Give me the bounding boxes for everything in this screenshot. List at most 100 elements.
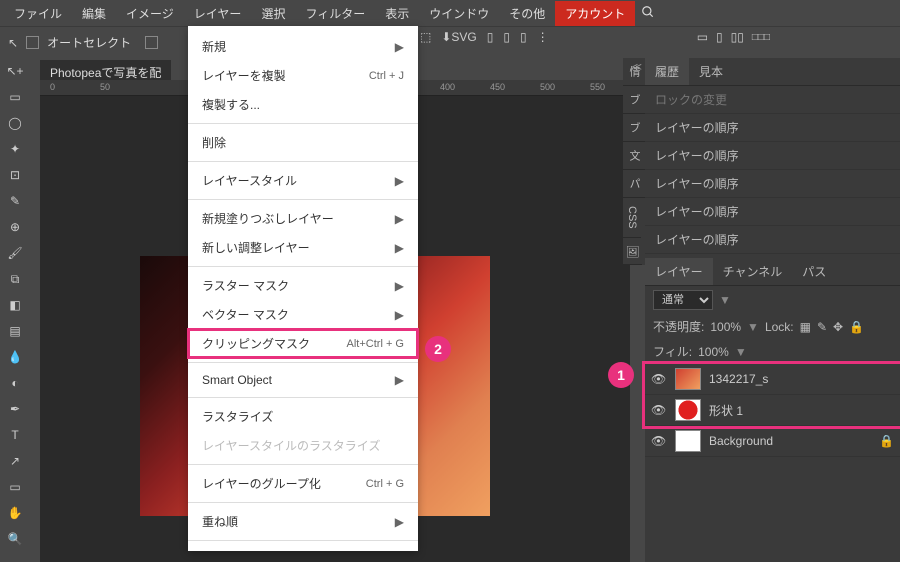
- menu-item[interactable]: レイヤーを複製Ctrl + J: [188, 61, 418, 90]
- text-tool[interactable]: T: [0, 422, 30, 448]
- history-item[interactable]: レイヤーの順序: [645, 226, 900, 254]
- fill-label: フィル:: [653, 343, 692, 360]
- menu-item[interactable]: 複製する...: [188, 90, 418, 119]
- heal-tool[interactable]: ⊕: [0, 214, 30, 240]
- vtab-brush[interactable]: ブ: [623, 86, 645, 114]
- history-item[interactable]: レイヤーの順序: [645, 170, 900, 198]
- fill-value[interactable]: 100%: [698, 345, 729, 359]
- eyedropper-tool[interactable]: ✎: [0, 188, 30, 214]
- tab-channels[interactable]: チャンネル: [713, 258, 793, 285]
- menu-item[interactable]: ラスタライズ: [188, 402, 418, 431]
- menu-account[interactable]: アカウント: [555, 1, 635, 26]
- layer-row[interactable]: 👁 1342217_s: [645, 364, 900, 395]
- tab-paths[interactable]: パス: [792, 258, 836, 285]
- layer-name[interactable]: 1342217_s: [709, 372, 894, 386]
- crop-tool[interactable]: ⊡: [0, 162, 30, 188]
- hand-tool[interactable]: ✋: [0, 500, 30, 526]
- tab-layers[interactable]: レイヤー: [645, 258, 713, 285]
- menu-item[interactable]: 新規▶: [188, 32, 418, 61]
- align-icon-4[interactable]: ⋮: [537, 30, 549, 44]
- menu-image[interactable]: イメージ: [116, 1, 184, 26]
- menu-item[interactable]: 重ね順▶: [188, 507, 418, 536]
- stamp-tool[interactable]: ⧉: [0, 266, 30, 292]
- move-tool-icon: ↖: [8, 36, 18, 50]
- blend-mode-select[interactable]: 通常: [653, 290, 713, 310]
- menu-window[interactable]: ウインドウ: [419, 1, 499, 26]
- menu-item-label: レイヤーを複製: [202, 67, 286, 84]
- align-icon-3[interactable]: ▯: [520, 30, 527, 44]
- menu-item[interactable]: 新規塗りつぶしレイヤー▶: [188, 204, 418, 233]
- menu-layer[interactable]: レイヤー: [184, 1, 252, 26]
- pen-tool[interactable]: ✒: [0, 396, 30, 422]
- brush-tool[interactable]: 🖌: [0, 240, 30, 266]
- move-tool[interactable]: ↖+: [0, 58, 30, 84]
- lasso-tool[interactable]: ◯: [0, 110, 30, 136]
- menu-edit[interactable]: 編集: [72, 1, 116, 26]
- opacity-value[interactable]: 100%: [710, 320, 741, 334]
- vtab-image-icon[interactable]: 🖼: [623, 238, 642, 265]
- shape-tool[interactable]: ▭: [0, 474, 30, 500]
- menu-item[interactable]: 削除: [188, 128, 418, 157]
- marquee-tool[interactable]: ▭: [0, 84, 30, 110]
- menu-item[interactable]: レイヤーのグループ化Ctrl + G: [188, 469, 418, 498]
- layer-row[interactable]: 👁 Background 🔒: [645, 426, 900, 457]
- eraser-tool[interactable]: ◧: [0, 292, 30, 318]
- history-item[interactable]: ロックの変更: [645, 86, 900, 114]
- vtab-para[interactable]: パ: [623, 170, 645, 198]
- checkbox-2[interactable]: [145, 36, 158, 49]
- menu-file[interactable]: ファイル: [4, 1, 72, 26]
- layers-panel: レイヤー チャンネル パス 通常 ▼ 不透明度: 100% ▼ Lock: ▦ …: [645, 258, 900, 457]
- tab-swatches[interactable]: 見本: [689, 58, 733, 85]
- lock-move-icon[interactable]: ✥: [833, 320, 843, 334]
- arrange-icon-2[interactable]: ▯: [716, 30, 723, 44]
- layer-thumbnail[interactable]: [675, 430, 701, 452]
- panel-collapse-icon[interactable]: ≪: [632, 62, 642, 73]
- arrange-icon-3[interactable]: ▯▯: [731, 30, 744, 44]
- menu-item[interactable]: レイヤースタイル▶: [188, 166, 418, 195]
- layers-panel-tabs: レイヤー チャンネル パス: [645, 258, 900, 286]
- tab-history[interactable]: 履歴: [645, 58, 689, 85]
- layer-thumbnail[interactable]: [675, 399, 701, 421]
- layer-name[interactable]: Background: [709, 434, 871, 448]
- lock-all-icon[interactable]: 🔒: [849, 320, 864, 334]
- svg-export-button[interactable]: ⬇SVG: [441, 30, 476, 44]
- menu-item[interactable]: ベクター マスク▶: [188, 300, 418, 329]
- history-item[interactable]: レイヤーの順序: [645, 198, 900, 226]
- menu-item[interactable]: ラスター マスク▶: [188, 271, 418, 300]
- dodge-tool[interactable]: ◐: [0, 370, 30, 396]
- layer-row[interactable]: 👁 形状 1: [645, 395, 900, 426]
- menu-item[interactable]: クリッピングマスクAlt+Ctrl + G: [188, 329, 418, 358]
- export-icon[interactable]: ⬚: [420, 30, 431, 44]
- visibility-icon[interactable]: 👁: [651, 434, 667, 448]
- vtab-brush2[interactable]: ブ: [623, 114, 645, 142]
- align-icon-1[interactable]: ▯: [487, 30, 494, 44]
- export-toolbar: ⬚ ⬇SVG ▯ ▯ ▯ ⋮: [420, 30, 549, 44]
- align-icon-2[interactable]: ▯: [503, 30, 510, 44]
- search-icon[interactable]: [641, 5, 655, 22]
- menu-item[interactable]: 新しい調整レイヤー▶: [188, 233, 418, 262]
- history-item[interactable]: レイヤーの順序: [645, 142, 900, 170]
- menu-view[interactable]: 表示: [375, 1, 419, 26]
- menu-other[interactable]: その他: [499, 1, 555, 26]
- gradient-tool[interactable]: ▤: [0, 318, 30, 344]
- vtab-char[interactable]: 文: [623, 142, 645, 170]
- arrange-icon-1[interactable]: ▭: [697, 30, 708, 44]
- wand-tool[interactable]: ✦: [0, 136, 30, 162]
- lock-icon[interactable]: 🔒: [879, 434, 894, 448]
- menu-item[interactable]: Smart Object▶: [188, 367, 418, 393]
- blur-tool[interactable]: 💧: [0, 344, 30, 370]
- visibility-icon[interactable]: 👁: [651, 403, 667, 417]
- visibility-icon[interactable]: 👁: [651, 372, 667, 386]
- menu-item-label: Smart Object: [202, 373, 272, 387]
- checkbox-autoselect[interactable]: [26, 36, 39, 49]
- menu-select[interactable]: 選択: [251, 1, 295, 26]
- zoom-tool[interactable]: 🔍: [0, 526, 30, 552]
- layer-thumbnail[interactable]: [675, 368, 701, 390]
- vtab-css[interactable]: CSS: [623, 198, 641, 238]
- layer-name[interactable]: 形状 1: [709, 402, 894, 419]
- menu-filter[interactable]: フィルター: [295, 1, 375, 26]
- path-tool[interactable]: ↗: [0, 448, 30, 474]
- lock-transparency-icon[interactable]: ▦: [800, 320, 811, 334]
- lock-brush-icon[interactable]: ✎: [817, 320, 827, 334]
- history-item[interactable]: レイヤーの順序: [645, 114, 900, 142]
